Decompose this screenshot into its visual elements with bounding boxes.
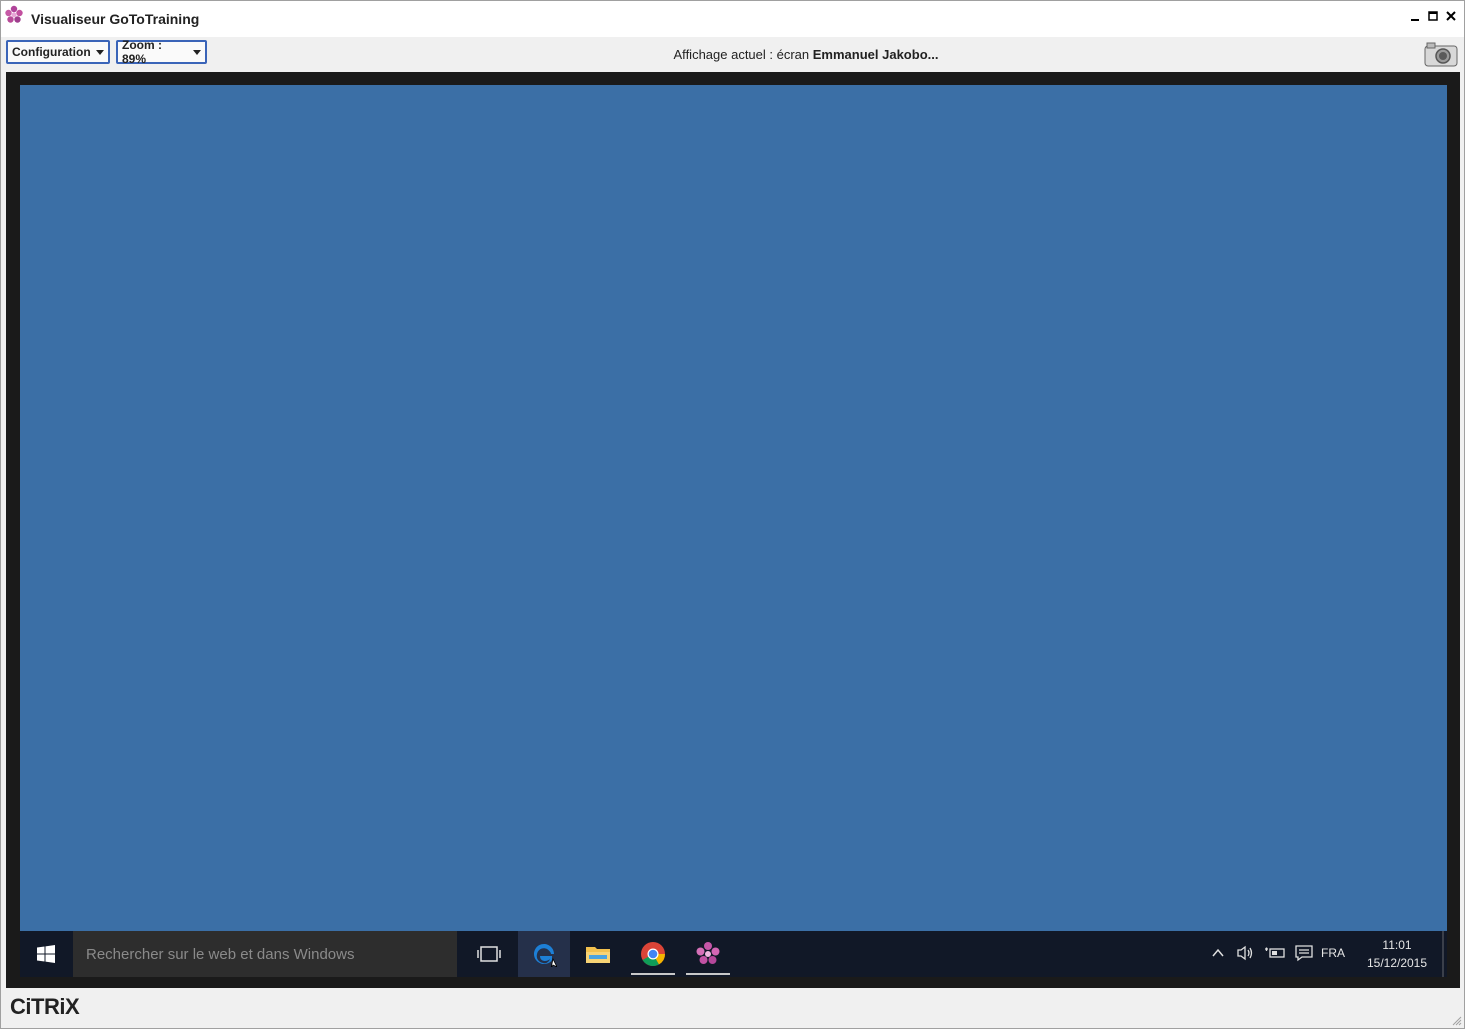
- toolbar: Configuration Zoom : 89% Affichage actue…: [1, 37, 1464, 71]
- running-indicator: [686, 973, 730, 975]
- start-button[interactable]: [20, 931, 72, 977]
- running-indicator: [631, 973, 675, 975]
- show-desktop-button[interactable]: [1442, 931, 1444, 977]
- close-icon: [1446, 11, 1456, 21]
- close-button[interactable]: [1444, 9, 1458, 23]
- title-bar[interactable]: Visualiseur GoToTraining: [1, 1, 1464, 37]
- remote-taskbar: Rechercher sur le web et dans Windows FR…: [20, 931, 1447, 977]
- edge-button[interactable]: [518, 931, 570, 977]
- status-presenter-name: Emmanuel Jakobo...: [812, 47, 939, 62]
- gototraining-taskbar-button[interactable]: [682, 931, 734, 977]
- maximize-button[interactable]: [1426, 9, 1440, 23]
- gototraining-icon: [696, 942, 720, 964]
- file-explorer-button[interactable]: [572, 931, 624, 977]
- show-hidden-icons-icon[interactable]: [1211, 947, 1225, 959]
- citrix-logo: CiTRiX: [10, 994, 80, 1019]
- current-view-status: Affichage actuel : écran Emmanuel Jakobo…: [1, 47, 1465, 62]
- footer-bar: CiTRiX: [1, 989, 1464, 1028]
- shared-screen-viewer[interactable]: Rechercher sur le web et dans Windows FR…: [6, 72, 1460, 988]
- edge-icon: [534, 944, 557, 967]
- language-indicator[interactable]: FRA: [1321, 946, 1345, 960]
- maximize-icon: [1428, 11, 1438, 21]
- battery-icon[interactable]: [1264, 945, 1286, 961]
- resize-grip-icon[interactable]: [1450, 1014, 1462, 1026]
- window-title: Visualiseur GoToTraining: [31, 11, 200, 27]
- volume-icon[interactable]: [1236, 945, 1256, 961]
- search-placeholder: Rechercher sur le web et dans Windows: [86, 946, 355, 963]
- taskbar-clock[interactable]: 11:01 15/12/2015: [1360, 936, 1434, 972]
- windows-logo-icon: [37, 945, 55, 963]
- minimize-button[interactable]: [1408, 9, 1422, 23]
- chrome-icon: [641, 942, 665, 967]
- task-view-button[interactable]: [463, 931, 515, 977]
- viewer-window: Visualiseur GoToTraining Configuration Z…: [0, 0, 1465, 1029]
- clock-time: 11:01: [1382, 938, 1412, 952]
- chrome-button[interactable]: [627, 931, 679, 977]
- clock-date: 15/12/2015: [1366, 956, 1428, 970]
- action-center-icon[interactable]: [1294, 944, 1314, 962]
- file-explorer-icon: [586, 947, 610, 963]
- status-prefix: Affichage actuel : écran: [673, 47, 813, 62]
- task-view-icon: [477, 946, 501, 962]
- gototraining-logo-icon: [5, 5, 23, 23]
- minimize-icon: [1411, 19, 1419, 21]
- taskbar-search-box[interactable]: Rechercher sur le web et dans Windows: [73, 931, 457, 977]
- remote-desktop[interactable]: [20, 85, 1447, 931]
- camera-icon[interactable]: [1423, 40, 1459, 68]
